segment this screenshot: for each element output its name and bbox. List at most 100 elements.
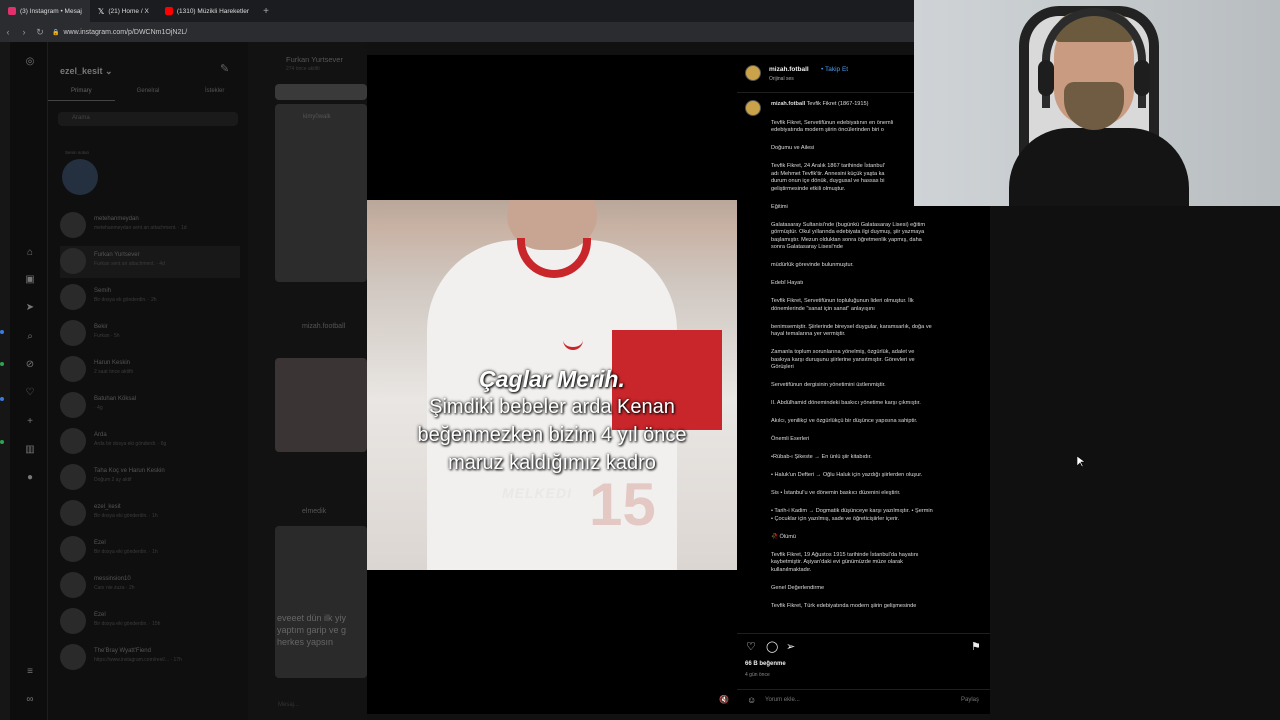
message-input[interactable]: Mesaj... — [278, 702, 299, 708]
search-icon[interactable]: ⌕ — [24, 331, 36, 343]
dm-search-input[interactable]: Arama — [58, 112, 238, 126]
caption-paragraph: •Rübab-ı Şikeste → En ünlü şiir kitabıdı… — [771, 454, 872, 460]
back-icon[interactable]: ‹ — [0, 27, 16, 37]
avatar[interactable] — [745, 65, 761, 81]
avatar — [60, 644, 86, 670]
dm-thread[interactable]: Semih Bir dosya ek gönderdin. · 2h — [60, 282, 240, 314]
tab-general[interactable]: Genelral — [115, 88, 182, 101]
dm-thread[interactable]: Ezel Bir dosya eki gönderdin. · 1h — [60, 534, 240, 566]
reload-icon[interactable]: ↻ — [32, 27, 48, 38]
new-tab-button[interactable]: + — [257, 6, 275, 17]
heart-icon[interactable]: ♡ — [746, 640, 756, 653]
dm-username[interactable]: ezel_kesit ⌄ — [60, 66, 113, 77]
comment-icon[interactable]: ◯ — [766, 640, 778, 653]
post-actions: ♡ ◯ ➢ ⚑ 66 B beğenme 4 gün önce ☺ Yorum … — [737, 633, 990, 705]
thread-name: metehanmeydan — [94, 216, 139, 222]
explore-icon[interactable]: ⊘ — [24, 359, 36, 371]
emoji-icon[interactable]: ☺ — [747, 695, 756, 705]
avatar — [60, 536, 86, 562]
thread-preview: Bir dosya eki gönderdin. · 1h — [94, 549, 158, 555]
dm-thread[interactable]: ezel_kesit Bir dosya eki gönderdin. · 1h — [60, 498, 240, 530]
shared-post[interactable]: eveeet dün ilk yiy yaptım garip ve g her… — [275, 526, 367, 678]
address-bar: ‹ › ↻ 🔒 www.instagram.com/p/DWCNm1OjN2L/ — [0, 22, 914, 42]
home-icon[interactable]: ⌂ — [24, 247, 36, 259]
instagram-icon — [8, 7, 16, 15]
tab-requests[interactable]: İstekler — [181, 88, 248, 101]
avatar — [60, 608, 86, 634]
note-label: Senin notun — [64, 150, 90, 155]
compose-icon[interactable]: ✎ — [220, 62, 229, 75]
thread-preview: Arda bir dosya eki gönderdi. · 6g — [94, 441, 167, 447]
thread-name: Taha Koç ve Harun Keskin — [94, 468, 165, 474]
caption-line: beğenmezken bizim 4 yıl önce — [417, 424, 687, 446]
url-field[interactable]: 🔒 www.instagram.com/p/DWCNm1OjN2L/ — [52, 29, 187, 36]
profile-icon[interactable]: ● — [24, 472, 36, 484]
tab-instagram[interactable]: (3) Instagram • Mesaj — [0, 0, 90, 22]
shared-image[interactable] — [275, 84, 367, 100]
tab-x-home[interactable]: 𝕏 (21) Home / X — [90, 0, 157, 22]
caption-paragraph: Sis • İstanbul'u ve dönemin baskıcı düze… — [771, 490, 901, 496]
reels-icon[interactable]: ▣ — [24, 274, 36, 286]
x-icon: 𝕏 — [97, 6, 105, 16]
caption-paragraph: Zamanla toplum sorunlarına yönelmiş, özg… — [771, 349, 915, 370]
meta-icon[interactable]: ∞ — [24, 694, 36, 706]
instagram-logo-icon[interactable]: ◎ — [24, 56, 36, 68]
dm-thread[interactable]: Batuhan Köksal · 4g — [60, 390, 240, 422]
thread-name: messinsion10 — [94, 576, 131, 582]
avatar — [60, 500, 86, 526]
notifications-icon[interactable]: ♡ — [24, 387, 36, 399]
follow-label: Takip Et — [824, 66, 849, 73]
avatar — [60, 392, 86, 418]
tab-youtube[interactable]: (1310) Müzikli Hareketler — [157, 0, 257, 22]
dm-tabs: Primary Genelral İstekler — [48, 88, 248, 101]
instagram-nav: ◎ ⌂ ▣ ➤ ⌕ ⊘ ♡ + ▥ ● ≡ ∞ — [10, 42, 48, 720]
post-comment-button[interactable]: Paylaş — [961, 697, 979, 703]
dm-panel: ezel_kesit ⌄ ✎ Primary Genelral İstekler… — [48, 42, 248, 720]
create-icon[interactable]: + — [24, 416, 36, 428]
dm-thread[interactable]: Taha Koç ve Harun Keskin Doğum 2 ay aktif — [60, 462, 240, 494]
dm-thread[interactable]: metehanmeydan metehanmeydan sent an attac… — [60, 210, 240, 242]
dashboard-icon[interactable]: ▥ — [24, 444, 36, 456]
caption-title: Tevfik Fikret (1867-1915) — [806, 101, 869, 107]
dm-thread[interactable]: Bekir Furkan · 5h — [60, 318, 240, 350]
caption-line: maruz kaldığımız kadro — [448, 452, 656, 474]
thread-preview: · 4g — [94, 405, 103, 411]
dm-thread[interactable]: Harun Keskin 2 saat önce aktifti — [60, 354, 240, 386]
post-username[interactable]: mizah.fotball — [769, 66, 809, 73]
dm-thread[interactable]: Ezel Bir dosya eki gönderdin. · 15h — [60, 606, 240, 638]
background-area — [990, 206, 1280, 720]
caption-username[interactable]: mizah.fotball — [771, 101, 805, 107]
reel-video[interactable]: 15 Çaglar Merih. Şimdiki bebeler arda Ke… — [367, 55, 737, 714]
dm-thread[interactable]: messinsion10 Canı nie zuza · 2h — [60, 570, 240, 602]
status-dot — [0, 362, 4, 366]
caption-line: Çaglar Merih. — [479, 366, 625, 392]
dm-thread[interactable]: Furkan Yurtsever Furkan sent an attachmen… — [60, 246, 240, 278]
shared-post[interactable] — [275, 358, 367, 452]
comment-input[interactable]: Yorum ekle... — [765, 697, 800, 703]
dm-thread[interactable]: Arda Arda bir dosya eki gönderdi. · 6g — [60, 426, 240, 458]
menu-icon[interactable]: ≡ — [24, 666, 36, 678]
caption-paragraph: Tevfik Fikret, Türk edebiyatında modern … — [771, 602, 917, 609]
avatar — [745, 100, 761, 116]
thread-name: Ezel — [94, 612, 106, 618]
bookmark-icon[interactable]: ⚑ — [971, 640, 981, 653]
chat-header-name[interactable]: Furkan Yurtsever — [286, 55, 343, 64]
dm-thread[interactable]: The'Bray Wyatt'Fiend https://www.instagra… — [60, 642, 240, 674]
mute-icon[interactable]: 🔇 — [719, 695, 729, 704]
caption-paragraph: Önemli Eserleri — [771, 436, 810, 442]
forward-icon[interactable]: › — [16, 27, 32, 37]
note-bubble[interactable]: Senin notun — [62, 150, 98, 195]
follow-button[interactable]: • Takip Et — [821, 66, 848, 73]
thread-name: Semih — [94, 288, 112, 294]
shared-post[interactable]: kimy0walk — [275, 104, 367, 282]
tab-primary[interactable]: Primary — [48, 88, 115, 101]
messages-icon[interactable]: ➤ — [24, 302, 36, 314]
thread-name: Furkan Yurtsever — [94, 252, 140, 258]
share-icon[interactable]: ➢ — [786, 640, 795, 653]
like-count[interactable]: 66 B beğenme — [745, 661, 786, 667]
tab-label: (3) Instagram • Mesaj — [20, 7, 82, 15]
avatar — [62, 159, 98, 195]
caption-paragraph: Akılcı, yenilikçi ve özgürlükçü bir düşü… — [771, 418, 918, 424]
audio-label[interactable]: Orijinal ses — [769, 76, 794, 82]
thread-preview: Doğum 2 ay aktif — [94, 477, 132, 483]
